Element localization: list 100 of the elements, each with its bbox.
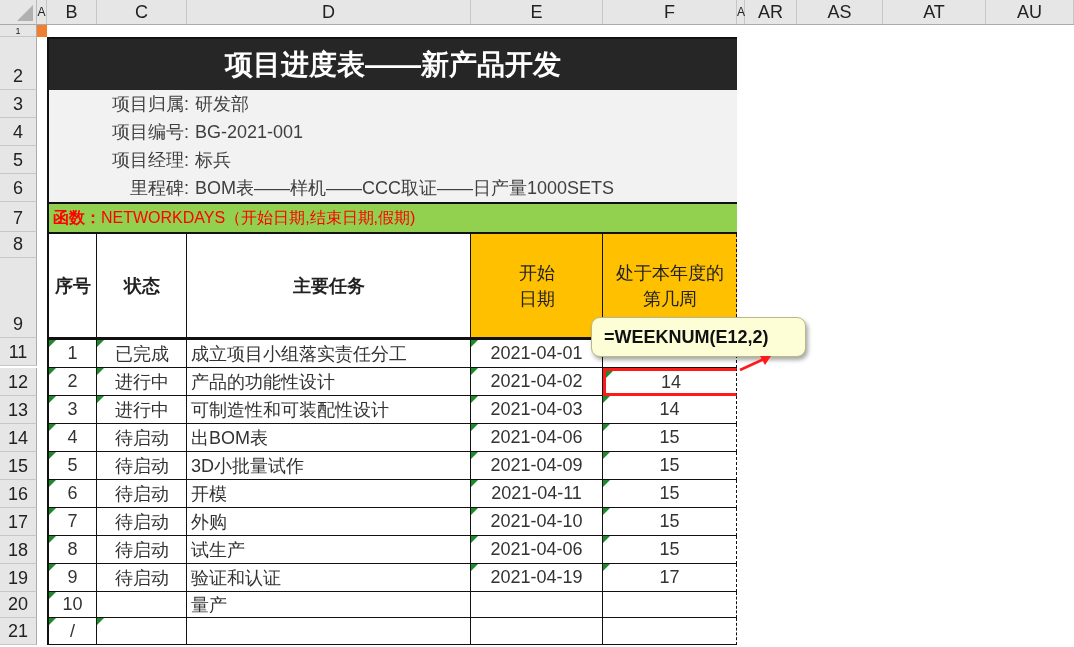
error-indicator-icon	[471, 508, 478, 515]
status-text: 待启动	[114, 454, 169, 478]
field-value: BOM表——样机——CCC取证——日产量1000SETS	[194, 177, 615, 200]
row-header[interactable]: 9	[13, 313, 23, 337]
task-text: 3D小批量试作	[191, 454, 304, 478]
error-indicator-icon	[471, 424, 478, 431]
cell-text: 15	[659, 511, 680, 532]
task-text: 出BOM表	[191, 426, 268, 450]
task-text: 试生产	[191, 538, 245, 562]
status-text: 已完成	[114, 342, 169, 366]
field-label: 项目编号:	[111, 121, 189, 144]
status-text: 待启动	[114, 566, 169, 590]
error-indicator-icon	[49, 536, 56, 543]
cell-text: 15	[659, 427, 680, 448]
heading-text: 第几周	[642, 287, 697, 311]
error-indicator-icon	[49, 592, 56, 599]
column-header[interactable]: AR	[745, 0, 797, 24]
task-text: 外购	[191, 510, 227, 534]
error-indicator-icon	[49, 564, 56, 571]
row-header[interactable]: 1	[15, 26, 21, 36]
error-indicator-icon	[603, 564, 610, 571]
error-indicator-icon	[49, 424, 56, 431]
date-text: 2021-04-10	[490, 511, 583, 532]
error-indicator-icon	[49, 480, 56, 487]
cell-text: 9	[67, 567, 78, 588]
error-indicator-icon	[606, 371, 613, 378]
task-text: 可制造性和可装配性设计	[191, 398, 389, 422]
error-indicator-icon	[49, 618, 56, 625]
date-text: 2021-04-11	[491, 483, 582, 504]
error-indicator-icon	[97, 368, 104, 375]
error-indicator-icon	[603, 536, 610, 543]
error-indicator-icon	[49, 396, 56, 403]
error-indicator-icon	[471, 480, 478, 487]
formula-callout: =WEEKNUM(E12,2)	[591, 317, 806, 357]
heading-text: 处于本年度的	[615, 261, 724, 285]
cell-cursor	[37, 25, 47, 37]
column-header[interactable]: AS	[797, 0, 883, 24]
date-text: 2021-04-06	[490, 427, 583, 448]
error-indicator-icon	[471, 340, 478, 347]
error-indicator-icon	[49, 368, 56, 375]
status-text: 待启动	[114, 510, 169, 534]
status-text: 待启动	[114, 482, 169, 506]
cell-text: 10	[62, 594, 83, 615]
task-text: 量产	[191, 593, 227, 617]
column-header[interactable]: A	[37, 0, 47, 24]
column-header[interactable]: C	[97, 0, 187, 24]
cell-text: 15	[659, 483, 680, 504]
heading-text: 主要任务	[292, 274, 365, 298]
error-indicator-icon	[97, 618, 104, 625]
error-indicator-icon	[97, 340, 104, 347]
function-note: 函数：NETWORKDAYS（开始日期,结束日期,假期)	[53, 207, 416, 228]
cell-text: 15	[659, 455, 680, 476]
cell-text: 5	[67, 455, 78, 476]
error-indicator-icon	[97, 396, 104, 403]
cell-text: 14	[661, 371, 681, 393]
column-header[interactable]: D	[187, 0, 471, 24]
date-text: 2021-04-09	[490, 455, 583, 476]
date-text: 2021-04-03	[490, 399, 583, 420]
error-indicator-icon	[49, 508, 56, 515]
status-text: 进行中	[114, 398, 169, 422]
cell-text: 6	[67, 483, 78, 504]
field-label: 里程碑:	[129, 177, 189, 200]
column-header[interactable]: E	[471, 0, 603, 24]
column-header[interactable]: A	[737, 0, 745, 24]
row-header[interactable]: 2	[13, 65, 23, 89]
cell-text: 3	[67, 399, 78, 420]
column-header[interactable]: AU	[986, 0, 1074, 24]
date-text: 2021-04-19	[490, 567, 583, 588]
arrow	[739, 356, 771, 372]
date-text: 2021-04-02	[490, 371, 583, 392]
column-header[interactable]: B	[47, 0, 97, 24]
error-indicator-icon	[603, 508, 610, 515]
task-text: 产品的功能性设计	[191, 370, 335, 394]
cell-text: 8	[67, 539, 78, 560]
select-all-icon[interactable]	[17, 5, 33, 21]
cell-text: 4	[67, 427, 78, 448]
task-text: 开模	[191, 482, 227, 506]
status-text: 进行中	[114, 370, 169, 394]
error-indicator-icon	[471, 396, 478, 403]
field-value: BG-2021-001	[194, 121, 304, 143]
cell-text: 15	[659, 539, 680, 560]
column-header[interactable]: F	[603, 0, 737, 24]
date-text: 2021-04-01	[490, 343, 583, 364]
field-label: 项目经理:	[111, 149, 189, 172]
cell-text: 14	[659, 399, 680, 420]
heading-text: 开始	[518, 261, 555, 285]
sheet-title: 项目进度表——新产品开发	[47, 37, 737, 90]
error-indicator-icon	[471, 564, 478, 571]
task-text: 验证和认证	[191, 566, 281, 590]
task-text: 成立项目小组落实责任分工	[191, 342, 407, 366]
error-indicator-icon	[471, 452, 478, 459]
date-text: 2021-04-06	[490, 539, 583, 560]
status-text: 待启动	[114, 538, 169, 562]
column-header[interactable]: AT	[883, 0, 986, 24]
error-indicator-icon	[471, 536, 478, 543]
error-indicator-icon	[603, 480, 610, 487]
error-indicator-icon	[603, 396, 610, 403]
error-indicator-icon	[603, 424, 610, 431]
status-text: 待启动	[114, 426, 169, 450]
field-label: 项目归属:	[111, 93, 189, 116]
